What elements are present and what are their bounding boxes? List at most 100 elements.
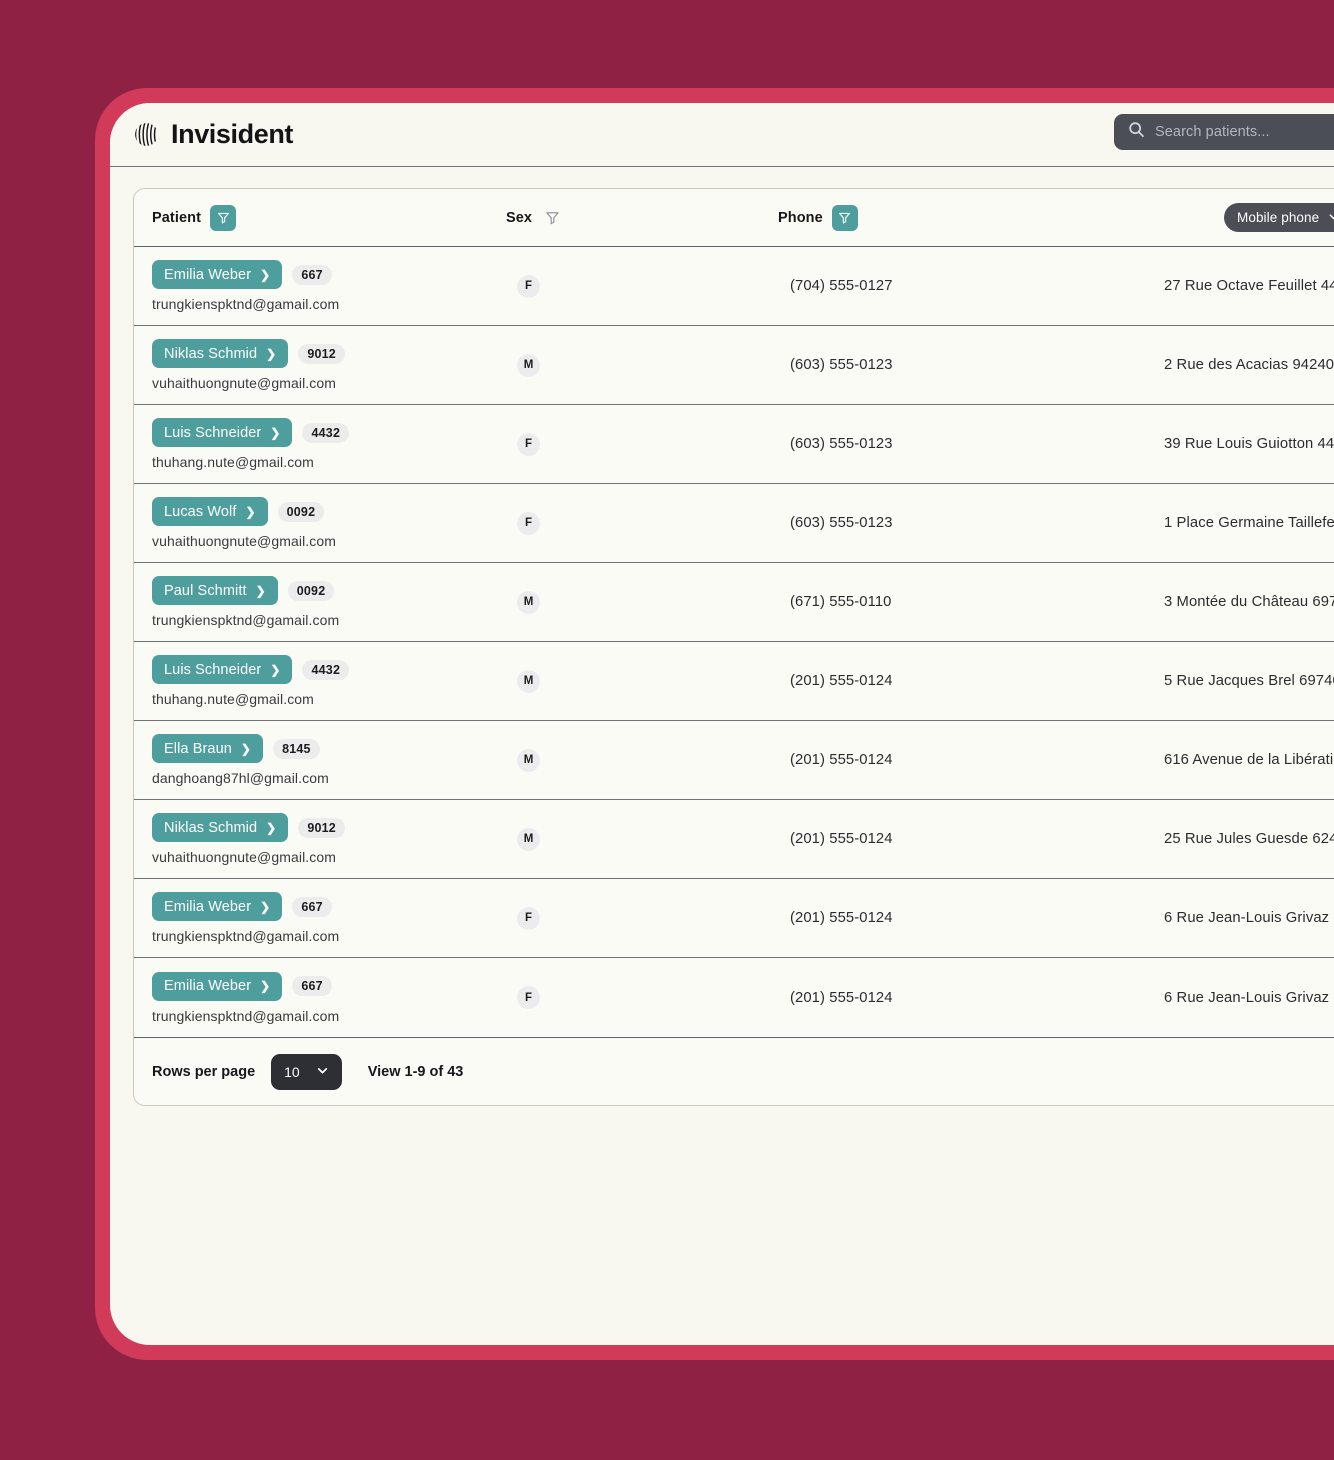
cell-address: 25 Rue Jules Guesde 6241: [1164, 831, 1334, 847]
table-body: Emilia Weber ❯ 667 trungkienspktnd@gamail.c…: [134, 247, 1334, 1037]
patient-name: Luis Schneider: [164, 424, 262, 441]
cell-patient: Emilia Weber ❯ 667 trungkienspktnd@gamail.c…: [134, 892, 506, 944]
cell-phone: (603) 555-0123: [790, 515, 893, 531]
chevron-right-icon: ❯: [270, 662, 281, 677]
chevron-right-icon: ❯: [266, 346, 277, 361]
status-badge: F: [517, 274, 540, 298]
patient-link[interactable]: Emilia Weber ❯: [152, 971, 283, 1001]
patient-link[interactable]: Luis Schneider ❯: [152, 418, 293, 447]
fingerprint-icon: [133, 121, 160, 148]
patient-link[interactable]: Emilia Weber ❯: [152, 260, 283, 289]
table-row[interactable]: Luis Schneider ❯ 4432 thuhang.nute@gmail.co…: [134, 642, 1334, 721]
patient-name: Emilia Weber: [164, 266, 252, 283]
column-header-address-group: Mobile phone Address: [1164, 203, 1334, 232]
rows-per-page-select[interactable]: 10: [271, 1053, 342, 1090]
patient-link[interactable]: Lucas Wolf ❯: [152, 497, 268, 526]
patient-link[interactable]: Luis Schneider ❯: [152, 655, 293, 684]
patient-email: vuhaithuongnute@gmail.com: [152, 849, 337, 865]
patient-link[interactable]: Niklas Schmid ❯: [152, 339, 289, 368]
table-row[interactable]: Niklas Schmid ❯ 9012 vuhaithuongnute@gmail.…: [134, 800, 1334, 879]
status-badge: F: [517, 432, 540, 456]
patient-name: Paul Schmitt: [164, 582, 247, 599]
chevron-right-icon: ❯: [245, 504, 256, 519]
chevron-right-icon: ❯: [255, 583, 266, 598]
table-row[interactable]: Lucas Wolf ❯ 0092 vuhaithuongnute@gmail.com…: [134, 484, 1334, 563]
search-input[interactable]: Search patients...: [1114, 114, 1334, 150]
cell-address: 6 Rue Jean-Louis Grivaz 7: [1164, 910, 1334, 926]
status-badge: M: [517, 748, 540, 772]
cell-sex: F: [506, 511, 778, 535]
patient-email: trungkienspktnd@gamail.com: [152, 928, 340, 944]
patient-link[interactable]: Emilia Weber ❯: [152, 892, 283, 921]
patient-code-badge: 0092: [277, 501, 325, 522]
chevron-right-icon: ❯: [240, 741, 252, 756]
column-label-phone: Phone: [778, 209, 823, 226]
cell-phone: (201) 555-0124: [790, 752, 893, 768]
status-badge: M: [517, 590, 540, 614]
cell-phone: (671) 555-0110: [790, 594, 892, 610]
cell-sex: M: [506, 827, 778, 851]
cell-patient: Emilia Weber ❯ 667 trungkienspktnd@gamail.c…: [134, 260, 506, 312]
patient-code-badge: 4432: [302, 422, 350, 443]
status-badge: M: [517, 353, 540, 377]
cell-address: 616 Avenue de la Libératio: [1164, 752, 1334, 768]
patient-link[interactable]: Ella Braun ❯: [152, 734, 264, 763]
patient-name: Luis Schneider: [164, 661, 262, 678]
cell-address: 1 Place Germaine Taillefer: [1164, 515, 1334, 531]
column-label-sex: Sex: [506, 209, 533, 226]
mobile-phone-dropdown-label: Mobile phone: [1237, 210, 1320, 225]
filter-icon-patient[interactable]: [210, 204, 237, 231]
view-range-label: View 1-9 of 43: [367, 1063, 464, 1080]
table-row[interactable]: Emilia Weber ❯ 667 trungkienspktnd@gamail.c…: [134, 247, 1334, 326]
cell-phone: (201) 555-0124: [790, 673, 893, 689]
cell-sex: M: [506, 590, 778, 614]
patient-email: danghoang87hl@gmail.com: [152, 770, 329, 786]
table-row[interactable]: Paul Schmitt ❯ 0092 trungkienspktnd@gamail.…: [134, 563, 1334, 642]
patient-email: thuhang.nute@gmail.com: [152, 691, 314, 707]
table-row[interactable]: Luis Schneider ❯ 4432 thuhang.nute@gmail.co…: [134, 405, 1334, 484]
mobile-phone-dropdown[interactable]: Mobile phone: [1224, 203, 1334, 232]
table-row[interactable]: Emilia Weber ❯ 667 trungkienspktnd@gamail.c…: [134, 879, 1334, 958]
cell-patient: Niklas Schmid ❯ 9012 vuhaithuongnute@gmail.…: [134, 339, 506, 391]
patient-link[interactable]: Paul Schmitt ❯: [152, 576, 278, 605]
patient-code-badge: 4432: [302, 659, 350, 680]
patient-email: vuhaithuongnute@gmail.com: [152, 375, 337, 391]
cell-sex: M: [506, 748, 778, 772]
search-placeholder-text: Search patients...: [1155, 124, 1270, 140]
rows-per-page-label: Rows per page: [152, 1063, 256, 1080]
patient-code-badge: 8145: [273, 738, 320, 759]
table-row[interactable]: Niklas Schmid ❯ 9012 vuhaithuongnute@gmail.…: [134, 326, 1334, 405]
column-header-patient: Patient: [134, 204, 506, 231]
table-footer: Rows per page 10 View 1-9 of 43: [134, 1037, 1334, 1105]
cell-address: 5 Rue Jacques Brel 69740: [1164, 673, 1334, 689]
patient-email: vuhaithuongnute@gmail.com: [152, 533, 337, 549]
chevron-right-icon: ❯: [260, 899, 271, 914]
table-row[interactable]: Emilia Weber ❯ 667 trungkienspktnd@gamail.c…: [134, 958, 1334, 1037]
filter-icon-sex[interactable]: [541, 207, 563, 229]
cell-sex: M: [506, 353, 778, 377]
cell-patient: Luis Schneider ❯ 4432 thuhang.nute@gmail.co…: [134, 655, 506, 707]
cell-sex: F: [506, 432, 778, 456]
cell-sex: F: [506, 274, 778, 298]
cell-address: 39 Rue Louis Guiotton 44: [1164, 436, 1334, 452]
chevron-right-icon: ❯: [270, 425, 281, 440]
chevron-right-icon: ❯: [260, 267, 271, 282]
cell-phone: (201) 555-0124: [790, 910, 893, 926]
cell-phone: (603) 555-0123: [790, 357, 893, 373]
chevron-right-icon: ❯: [266, 820, 277, 835]
patient-email: trungkienspktnd@gamail.com: [152, 296, 340, 312]
chevron-down-icon: [316, 1064, 329, 1080]
table-row[interactable]: Ella Braun ❯ 8145 danghoang87hl@gmail.com M (…: [134, 721, 1334, 800]
cell-address: 3 Montée du Château 697: [1164, 594, 1334, 610]
patient-email: thuhang.nute@gmail.com: [152, 454, 314, 470]
chevron-right-icon: ❯: [260, 979, 271, 993]
cell-phone: (603) 555-0123: [790, 436, 893, 452]
patient-name: Lucas Wolf: [164, 503, 237, 520]
status-badge: F: [517, 906, 540, 930]
cell-phone: (201) 555-0124: [790, 989, 893, 1006]
patient-link[interactable]: Niklas Schmid ❯: [152, 813, 289, 842]
patient-code-badge: 667: [292, 264, 332, 285]
filter-icon-phone[interactable]: [831, 204, 858, 231]
cell-patient: Paul Schmitt ❯ 0092 trungkienspktnd@gamail.…: [134, 576, 506, 628]
column-label-patient: Patient: [152, 209, 202, 226]
